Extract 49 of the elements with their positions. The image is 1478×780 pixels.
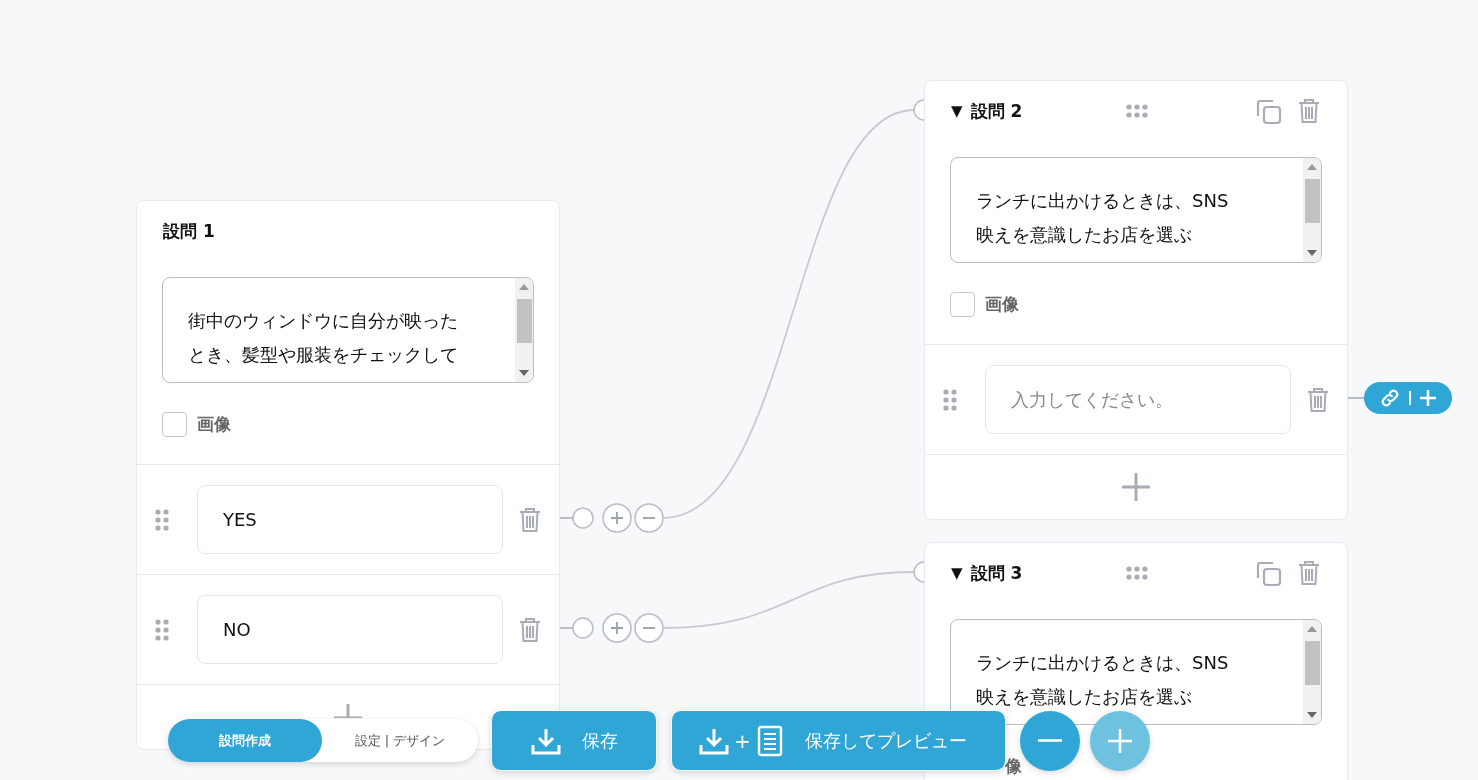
collapse-toggle[interactable]: ▼ (951, 564, 963, 582)
image-label: 像 (1005, 755, 1022, 778)
question-title: 設問 2 (970, 99, 1023, 123)
add-branch-icon[interactable] (602, 503, 632, 533)
scrollbar[interactable] (515, 278, 533, 382)
image-label: 画像 (985, 293, 1019, 316)
scrollbar[interactable] (1303, 620, 1321, 724)
connector-line (559, 517, 574, 519)
document-icon (756, 724, 783, 757)
scrollbar[interactable] (1303, 158, 1321, 262)
question-title: 設問 3 (970, 561, 1023, 585)
trash-icon[interactable] (519, 615, 541, 644)
connector-port[interactable] (913, 99, 925, 121)
trash-icon[interactable] (1298, 560, 1320, 586)
drag-handle-icon[interactable] (1125, 103, 1149, 119)
add-option-icon[interactable] (1121, 472, 1151, 502)
connector-port[interactable] (913, 561, 925, 583)
drag-handle-icon[interactable] (1125, 565, 1149, 581)
remove-branch-icon[interactable] (634, 613, 664, 643)
question-text-field[interactable]: ランチに出かけるときは、SNS 映えを意識したお店を選ぶ (950, 157, 1322, 263)
image-label: 画像 (197, 413, 231, 436)
plus-icon (1418, 389, 1437, 407)
remove-branch-icon[interactable] (634, 503, 664, 533)
image-checkbox[interactable] (950, 292, 975, 317)
question-title: 設問 1 (163, 219, 215, 243)
mode-tab[interactable]: 設定 | デザイン (322, 719, 478, 762)
question-text-field[interactable]: 街中のウィンドウに自分が映った とき、髪型や服装をチェックして (162, 277, 534, 383)
trash-icon[interactable] (519, 505, 541, 534)
question-text-field[interactable]: ランチに出かけるときは、SNS 映えを意識したお店を選ぶ (950, 619, 1322, 725)
link-add-button[interactable] (1364, 382, 1452, 414)
add-branch-icon[interactable] (602, 613, 632, 643)
drag-handle-icon[interactable] (155, 617, 169, 642)
connector-node[interactable] (572, 617, 594, 639)
image-checkbox[interactable] (162, 412, 187, 437)
add-option-icon[interactable] (333, 703, 363, 718)
drag-handle-icon[interactable] (155, 507, 169, 532)
copy-icon[interactable] (1255, 97, 1283, 125)
drag-handle-icon[interactable] (943, 387, 957, 412)
plus-icon (1107, 727, 1133, 754)
connector-node[interactable] (572, 507, 594, 529)
minus-icon (1038, 739, 1062, 742)
trash-icon[interactable] (1307, 385, 1329, 414)
option-input[interactable]: NO (197, 595, 503, 664)
option-input[interactable]: YES (197, 485, 503, 554)
option-input[interactable]: 入力してください。 (985, 365, 1291, 434)
connector-line (559, 627, 574, 629)
copy-icon[interactable] (1255, 559, 1283, 587)
collapse-toggle[interactable]: ▼ (951, 102, 963, 120)
trash-icon[interactable] (1298, 98, 1320, 124)
